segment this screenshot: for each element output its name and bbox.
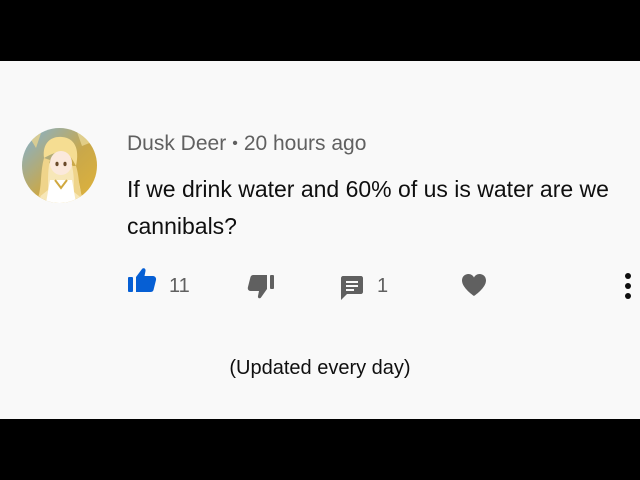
comment-meta: Dusk Deer • 20 hours ago xyxy=(127,132,366,156)
reply-count: 1 xyxy=(377,275,389,297)
letterbox-bottom xyxy=(0,419,640,480)
meta-separator: • xyxy=(232,135,238,152)
thumbs-down-icon[interactable] xyxy=(247,274,275,300)
more-vertical-icon[interactable] xyxy=(623,272,633,300)
comment-author[interactable]: Dusk Deer xyxy=(127,132,226,155)
comment-text: If we drink water and 60% of us is water… xyxy=(127,176,609,239)
heart-icon[interactable] xyxy=(461,273,487,297)
comment-icon[interactable] xyxy=(339,275,365,301)
comment-timestamp[interactable]: 20 hours ago xyxy=(244,132,367,155)
like-count: 11 xyxy=(169,275,190,297)
thumbs-up-icon[interactable] xyxy=(127,267,157,293)
update-note: (Updated every day) xyxy=(229,357,411,379)
video-frame: Dusk Deer • 20 hours ago If we drink water… xyxy=(0,0,640,480)
anime-character-avatar-icon xyxy=(22,128,97,203)
comment-card: Dusk Deer • 20 hours ago If we drink water… xyxy=(0,61,640,419)
avatar[interactable] xyxy=(22,128,97,203)
letterbox-top xyxy=(0,0,640,61)
